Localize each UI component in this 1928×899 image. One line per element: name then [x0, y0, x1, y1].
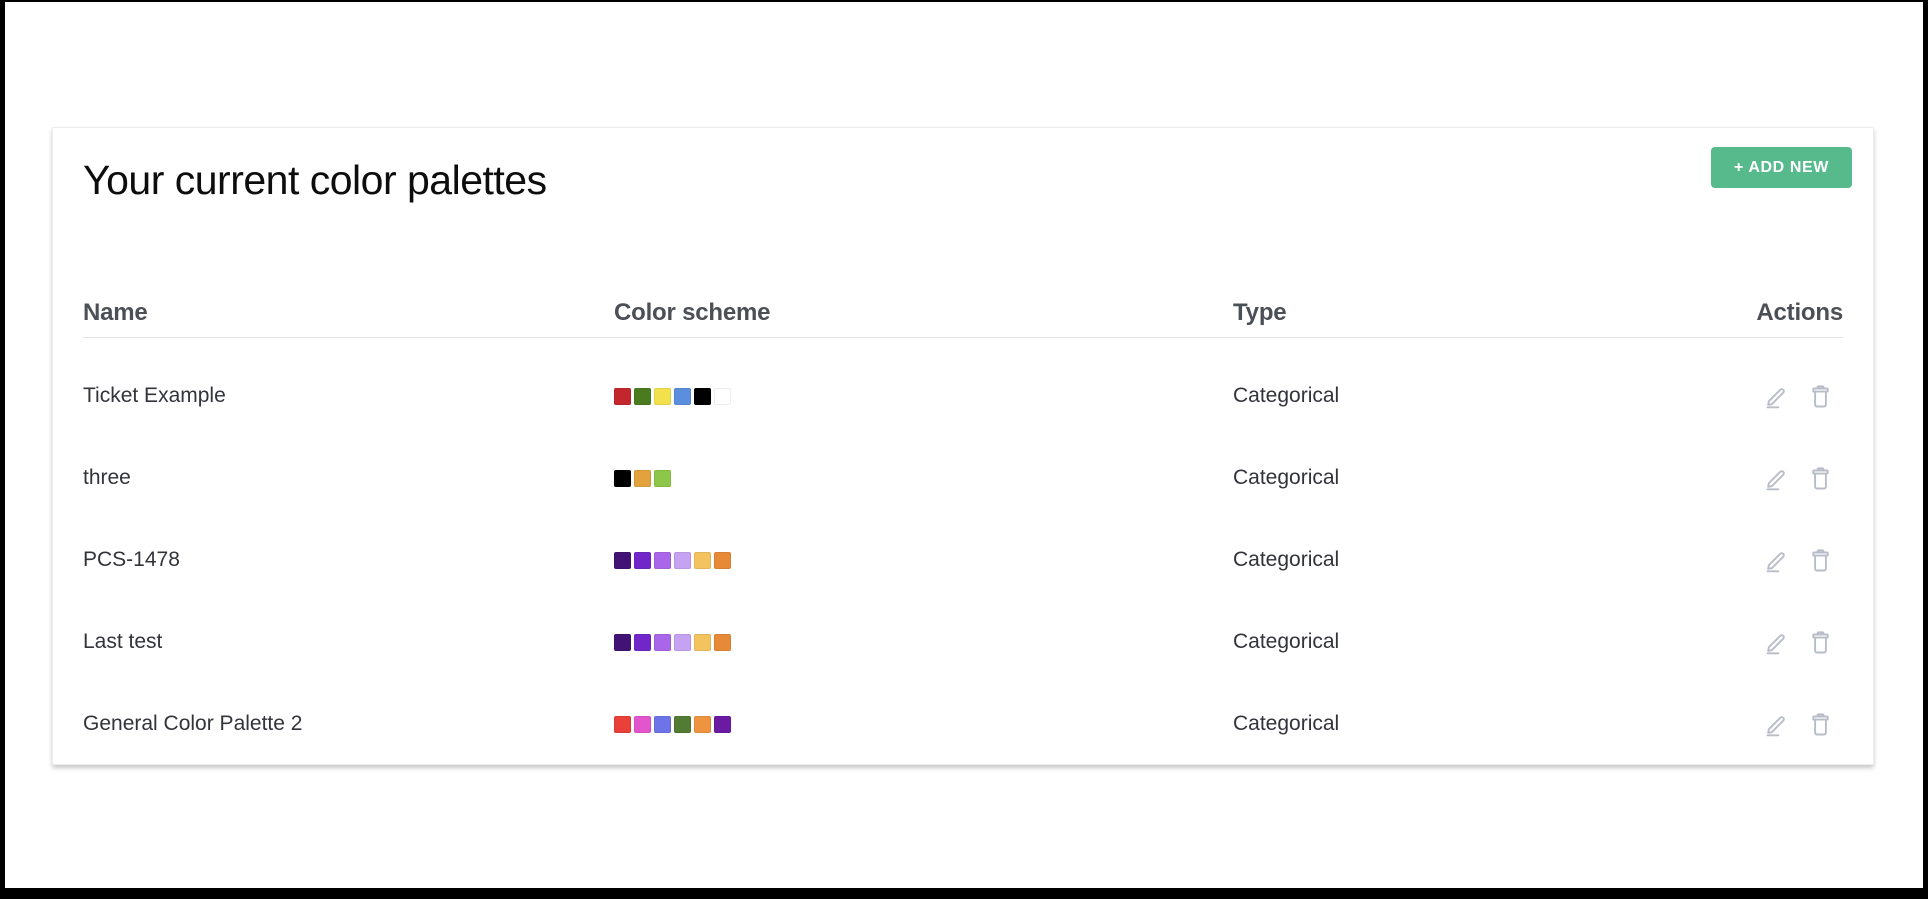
column-header-name: Name [83, 298, 148, 326]
table-header-row: Name Color scheme Type Actions [83, 288, 1843, 338]
color-scheme-swatches [614, 387, 1233, 405]
pencil-icon [1766, 387, 1785, 408]
page-title: Your current color palettes [83, 157, 547, 203]
edit-button[interactable] [1761, 545, 1791, 575]
color-swatch [614, 633, 631, 651]
edit-button[interactable] [1761, 381, 1791, 411]
color-swatch [614, 551, 631, 569]
edit-button[interactable] [1761, 709, 1791, 739]
pencil-icon [1766, 633, 1785, 654]
trash-icon [1811, 712, 1829, 735]
color-swatch [694, 551, 711, 569]
palette-type: Categorical [1233, 712, 1340, 735]
palette-type: Categorical [1233, 548, 1340, 571]
pencil-icon [1766, 715, 1785, 736]
palette-name: PCS-1478 [83, 548, 180, 571]
color-scheme-swatches [614, 551, 1233, 569]
color-swatch [694, 387, 711, 405]
color-swatch [714, 715, 731, 733]
row-actions [1663, 381, 1843, 411]
color-swatch [634, 715, 651, 733]
color-swatch [714, 633, 731, 651]
table-row: three Categorical [83, 437, 1843, 519]
color-swatch [634, 387, 651, 405]
color-swatch [654, 551, 671, 569]
trash-icon [1811, 630, 1829, 653]
color-scheme-swatches [614, 715, 1233, 733]
color-swatch [654, 715, 671, 733]
color-swatch [694, 633, 711, 651]
palette-type: Categorical [1233, 466, 1340, 489]
color-swatch [654, 387, 671, 405]
color-scheme-swatches [614, 633, 1233, 651]
delete-button[interactable] [1805, 709, 1835, 739]
color-scheme-swatches [614, 469, 1233, 487]
column-header-type: Type [1233, 298, 1287, 326]
color-swatch [674, 715, 691, 733]
row-actions [1663, 545, 1843, 575]
edit-button[interactable] [1761, 463, 1791, 493]
add-new-button[interactable]: + ADD NEW [1710, 147, 1852, 188]
color-swatch [694, 715, 711, 733]
row-actions [1663, 709, 1843, 739]
table-body: Ticket Example Categorical three Categor… [83, 338, 1843, 765]
color-swatch [614, 469, 631, 487]
pencil-icon [1766, 551, 1785, 572]
color-swatch [654, 469, 671, 487]
table-row: PCS-1478 Categorical [83, 519, 1843, 601]
palette-name: Ticket Example [83, 384, 226, 407]
column-header-color-scheme: Color scheme [614, 298, 771, 326]
delete-button[interactable] [1805, 545, 1835, 575]
color-swatch [714, 551, 731, 569]
color-swatch [714, 387, 731, 405]
color-swatch [634, 469, 651, 487]
color-swatch [614, 715, 631, 733]
color-swatch [614, 387, 631, 405]
table-row: Ticket Example Categorical [83, 355, 1843, 437]
palettes-table: Name Color scheme Type Actions Ticket Ex… [53, 288, 1873, 765]
column-header-actions: Actions [1756, 298, 1843, 326]
color-palettes-card: Your current color palettes + ADD NEW Na… [52, 127, 1874, 765]
color-swatch [674, 633, 691, 651]
page-background: Your current color palettes + ADD NEW Na… [5, 2, 1923, 888]
pencil-icon [1766, 469, 1785, 490]
trash-icon [1811, 466, 1829, 489]
table-row: Last test Categorical [83, 601, 1843, 683]
color-swatch [674, 551, 691, 569]
trash-icon [1811, 384, 1829, 407]
palette-type: Categorical [1233, 384, 1340, 407]
color-swatch [634, 551, 651, 569]
card-header: Your current color palettes + ADD NEW [53, 128, 1873, 204]
row-actions [1663, 627, 1843, 657]
delete-button[interactable] [1805, 627, 1835, 657]
palette-name: Last test [83, 630, 163, 653]
edit-button[interactable] [1761, 627, 1791, 657]
color-swatch [654, 633, 671, 651]
palette-type: Categorical [1233, 630, 1340, 653]
color-swatch [674, 387, 691, 405]
row-actions [1663, 463, 1843, 493]
palette-name: General Color Palette 2 [83, 712, 303, 735]
table-row: General Color Palette 2 Categorical [83, 683, 1843, 765]
palette-name: three [83, 466, 131, 489]
delete-button[interactable] [1805, 381, 1835, 411]
delete-button[interactable] [1805, 463, 1835, 493]
color-swatch [634, 633, 651, 651]
trash-icon [1811, 548, 1829, 571]
